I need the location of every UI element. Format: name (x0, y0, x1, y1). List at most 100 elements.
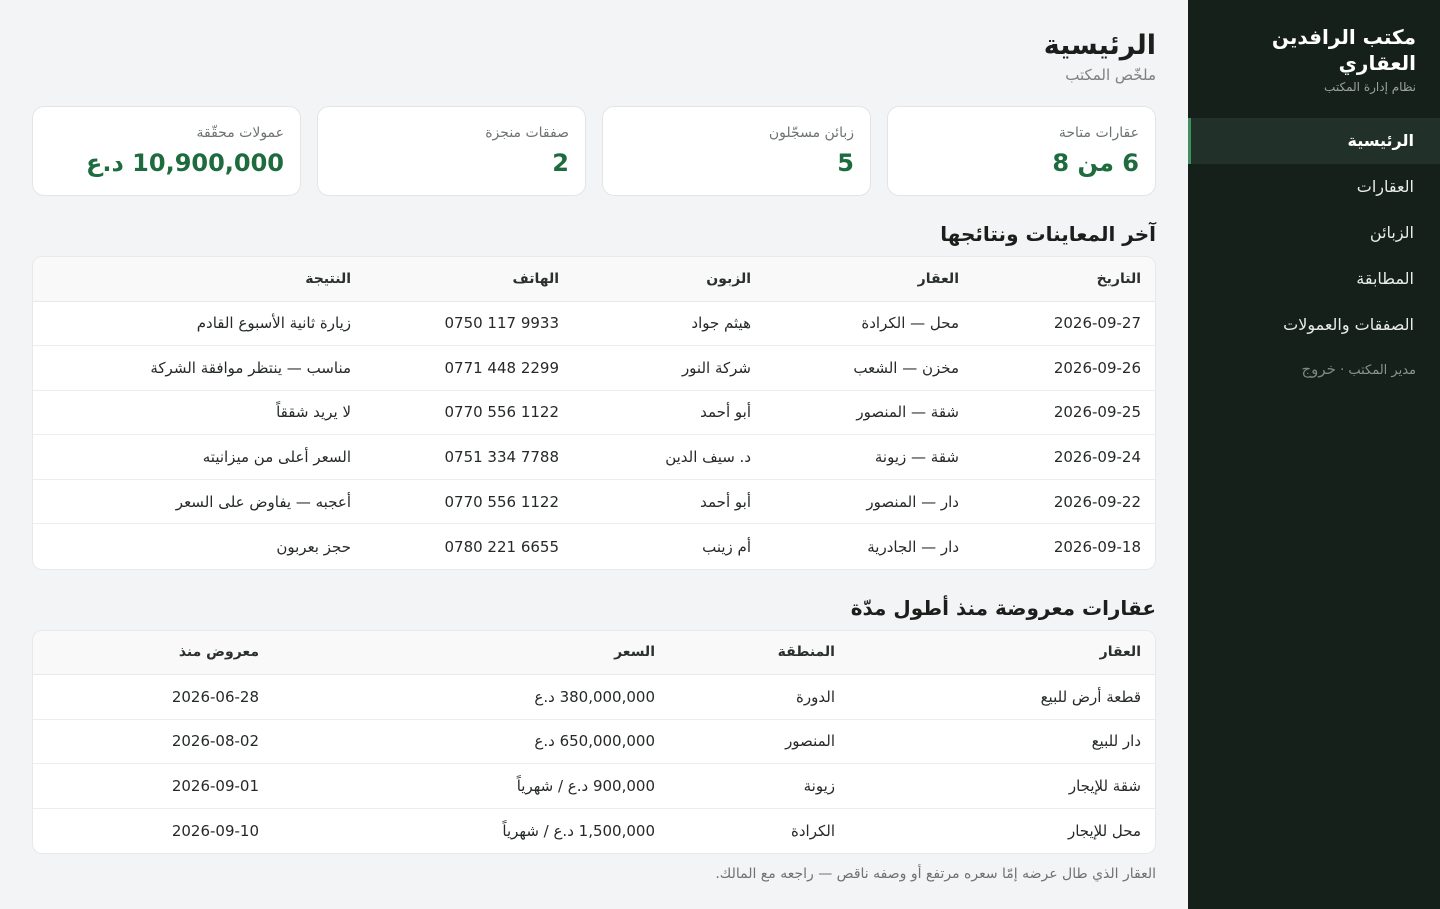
cell-area: المنصور (669, 719, 849, 765)
cell-result: زيارة ثانية الأسبوع القادم (33, 301, 365, 347)
cell-client: شركة النور (573, 345, 765, 391)
cell-date: 2026-09-18 (1053, 537, 1141, 556)
sidebar-item-matching[interactable]: المطابقة (1188, 256, 1440, 302)
column-header-area: المنطقة (669, 630, 849, 676)
cell-result: السعر أعلى من ميزانيته (33, 434, 365, 480)
cell-price: 380,000,000 د.ع (273, 674, 669, 720)
column-header-result: النتيجة (33, 257, 365, 302)
column-header-date: التاريخ (973, 257, 1155, 302)
cell-result: حجز بعربون (276, 537, 351, 556)
table-row: قطعة أرض للبيع الدورة 380,000,000 د.ع 20… (33, 674, 1155, 720)
cell-client: أم زينب (702, 537, 751, 556)
cell-date: 2026-09-26 (973, 345, 1155, 391)
user-row: مدير المكتب · خروج (1188, 360, 1440, 378)
page-title: الرئيسية (1043, 30, 1156, 61)
cell-listed-since: 2026-09-10 (171, 821, 259, 840)
cell-phone: 0770 556 1122 (365, 390, 573, 436)
stat-label: صفقات منجزة (485, 125, 569, 141)
cell-phone: 0770 556 1122 (365, 479, 573, 525)
page-subtitle: ملخّص المكتب (1065, 66, 1156, 84)
main-content: الرئيسية ملخّص المكتب عقارات متاحة 6 من … (0, 0, 1188, 909)
table-header-row: التاريخ العقار الزبون الهاتف النتيجة (33, 257, 1155, 302)
logout-link[interactable]: خروج (1301, 360, 1335, 378)
cell-price: 1,500,000 د.ع / شهرياً (502, 821, 655, 840)
cell-price: 900,000 د.ع / شهرياً (273, 763, 669, 809)
stat-value: 5 (837, 149, 854, 177)
table-row: شقة للإيجار زيونة 900,000 د.ع / شهرياً 2… (33, 763, 1155, 809)
brand-name: مكتب الرافدين العقاري (1271, 25, 1416, 75)
cell-property: محل — الكرادة (765, 301, 973, 347)
table-header-row: العقار المنطقة السعر معروض منذ (33, 630, 1155, 676)
cell-area: الكرادة (790, 821, 835, 840)
cell-property: شقة للإيجار (849, 763, 1155, 809)
cell-property: دار للبيع (849, 719, 1155, 765)
sidebar-nav: الرئيسية العقارات الزبائن المطابقة الصفق… (1188, 118, 1440, 348)
sidebar-item-clients[interactable]: الزبائن (1188, 210, 1440, 256)
cell-property: محل للإيجار (1067, 821, 1141, 840)
cell-property: شقة — المنصور (765, 390, 973, 436)
cell-phone: 0771 448 2299 (365, 345, 573, 391)
stat-value: 10,900,000 د.ع (85, 149, 284, 177)
cell-property: قطعة أرض للبيع (849, 674, 1155, 720)
sidebar-item-deals[interactable]: الصفقات والعمولات (1188, 302, 1440, 348)
viewings-table-card: التاريخ العقار الزبون الهاتف النتيجة 202… (32, 256, 1156, 570)
cell-result: مناسب — ينتظر موافقة الشركة (33, 345, 365, 391)
cell-result: أعجبه — يفاوض على السعر (33, 479, 365, 525)
stat-value: 6 من 8 (1052, 149, 1139, 177)
brand-subtitle: نظام إدارة المكتب (1324, 80, 1416, 94)
cell-area: الدورة (669, 674, 849, 720)
sidebar-item-properties[interactable]: العقارات (1188, 164, 1440, 210)
brand: مكتب الرافدين العقاري نظام إدارة المكتب (1188, 24, 1440, 114)
stat-card-deals: صفقات منجزة 2 (317, 106, 586, 196)
listings-note: العقار الذي طال عرضه إمّا سعره مرتفع أو … (715, 865, 1156, 882)
cell-property: شقة — زيونة (765, 434, 973, 480)
table-row: دار للبيع المنصور 650,000,000 د.ع 2026-0… (33, 719, 1155, 765)
cell-property: دار — المنصور (765, 479, 973, 525)
stat-card-commissions: عمولات محقّقة 10,900,000 د.ع (32, 106, 301, 196)
column-header-listed-since: معروض منذ (33, 630, 273, 676)
table-row: 2026-09-24 شقة — زيونة د. سيف الدين 0751… (33, 434, 1155, 480)
stat-card-clients: زبائن مسجّلون 5 (602, 106, 871, 196)
cell-listed-since: 2026-06-28 (33, 674, 273, 720)
listings-table-card: العقار المنطقة السعر معروض منذ قطعة أرض … (32, 629, 1156, 854)
cell-phone: 0780 221 6655 (444, 537, 559, 556)
cell-client: هيثم جواد (573, 301, 765, 347)
stat-label: عمولات محقّقة (196, 125, 285, 141)
cell-listed-since: 2026-09-01 (33, 763, 273, 809)
cell-client: أبو أحمد (573, 479, 765, 525)
cell-client: د. سيف الدين (573, 434, 765, 480)
cell-result: لا يريد شققاً (33, 390, 365, 436)
cell-property: دار — الجادرية (867, 537, 959, 556)
table-row: 2026-09-27 محل — الكرادة هيثم جواد 0750 … (33, 301, 1155, 347)
column-header-property: العقار (849, 630, 1155, 676)
table-row: محل للإيجار الكرادة 1,500,000 د.ع / شهري… (33, 808, 1155, 853)
table-row: 2026-09-22 دار — المنصور أبو أحمد 0770 5… (33, 479, 1155, 525)
app-root: مكتب الرافدين العقاري نظام إدارة المكتب … (0, 0, 1440, 909)
table-row: 2026-09-26 مخزن — الشعب شركة النور 0771 … (33, 345, 1155, 391)
cell-area: زيونة (669, 763, 849, 809)
cell-date: 2026-09-22 (973, 479, 1155, 525)
cell-price: 650,000,000 د.ع (273, 719, 669, 765)
viewings-section-title: آخر المعاينات ونتائجها (940, 222, 1156, 246)
cell-client: أبو أحمد (573, 390, 765, 436)
cell-date: 2026-09-24 (973, 434, 1155, 480)
listings-table: العقار المنطقة السعر معروض منذ قطعة أرض … (33, 630, 1155, 853)
stat-label: زبائن مسجّلون (768, 125, 854, 141)
column-header-client: الزبون (573, 257, 765, 302)
cell-date: 2026-09-25 (973, 390, 1155, 436)
column-header-property: العقار (765, 257, 973, 302)
stat-label: عقارات متاحة (1058, 125, 1139, 141)
column-header-phone: الهاتف (365, 257, 573, 302)
sidebar: مكتب الرافدين العقاري نظام إدارة المكتب … (1188, 0, 1440, 909)
cell-date: 2026-09-27 (973, 301, 1155, 347)
listings-section-title: عقارات معروضة منذ أطول مدّة (850, 595, 1156, 620)
stat-value: 2 (552, 149, 569, 177)
table-row: 2026-09-25 شقة — المنصور أبو أحمد 0770 5… (33, 390, 1155, 436)
user-role: مدير المكتب · (1340, 363, 1416, 378)
cell-property: مخزن — الشعب (765, 345, 973, 391)
stat-card-available-properties: عقارات متاحة 6 من 8 (887, 106, 1156, 196)
cell-listed-since: 2026-08-02 (33, 719, 273, 765)
cell-phone: 0750 117 9933 (365, 301, 573, 347)
sidebar-item-home[interactable]: الرئيسية (1188, 118, 1440, 164)
stats-row: عقارات متاحة 6 من 8 زبائن مسجّلون 5 صفقا… (32, 106, 1156, 196)
